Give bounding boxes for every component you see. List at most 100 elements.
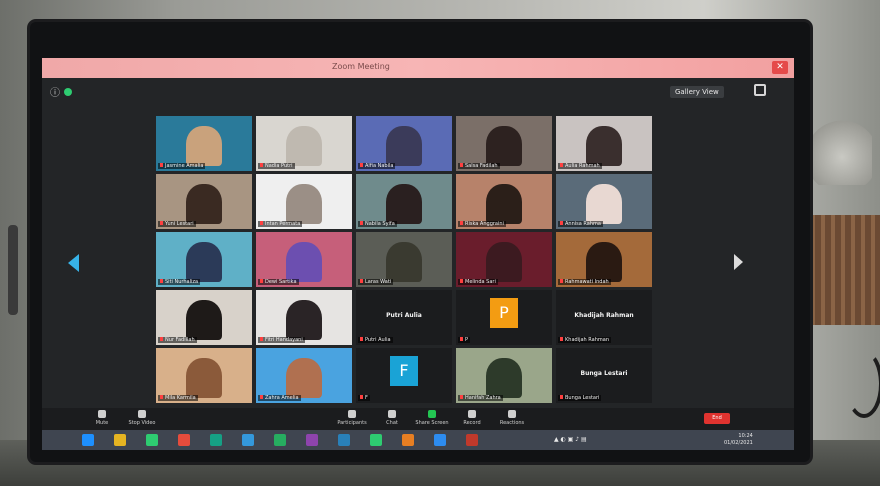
chat-button[interactable]: Chat: [372, 410, 412, 426]
participant-name-label: Annisa Rahma: [558, 221, 603, 227]
start-icon[interactable]: [82, 434, 94, 446]
muted-microphone-icon: [160, 221, 163, 225]
participant-tile[interactable]: Riska Anggraini: [456, 174, 552, 229]
info-icon[interactable]: ⓘ: [50, 88, 60, 99]
participant-name: Nur Fadillah: [165, 337, 195, 343]
stop-video-button[interactable]: Stop Video: [122, 410, 162, 426]
participant-video: [286, 300, 322, 340]
gallery-view-button[interactable]: Gallery View: [670, 86, 724, 98]
participant-name-label: Jasmine Amalia: [158, 163, 206, 169]
zoom-window: Zoom Meeting ✕ ⓘ Gallery View Jasmine Am…: [42, 58, 794, 450]
app-icon[interactable]: [402, 434, 414, 446]
share-screen-button[interactable]: Share Screen: [412, 410, 452, 426]
participant-tile[interactable]: FF: [356, 348, 452, 403]
participant-tile[interactable]: PP: [456, 290, 552, 345]
participant-tile[interactable]: Mila Karmila: [156, 348, 252, 403]
control-label: Reactions: [499, 420, 525, 426]
muted-microphone-icon: [260, 163, 263, 167]
participant-name: Siti Nurhaliza: [165, 279, 199, 285]
chrome-icon[interactable]: [178, 434, 190, 446]
participant-tile[interactable]: Dewi Sartika: [256, 232, 352, 287]
participant-name-label: Hanifah Zahra: [458, 395, 503, 401]
muted-microphone-icon: [560, 337, 563, 341]
meeting-info[interactable]: ⓘ: [50, 84, 72, 99]
participant-video: [186, 242, 222, 282]
participant-tile[interactable]: Bunga Lestari Bunga Lestari: [556, 348, 652, 403]
participant-video: [386, 242, 422, 282]
participant-tile[interactable]: Alfia Nabila: [356, 116, 452, 171]
app-icon[interactable]: [466, 434, 478, 446]
participants-button[interactable]: Participants: [332, 410, 372, 426]
participant-tile[interactable]: Putri Aulia Putri Aulia: [356, 290, 452, 345]
app-icon[interactable]: [434, 434, 446, 446]
participant-video: [186, 358, 222, 398]
participant-name: Alfia Nabila: [365, 163, 394, 169]
participant-tile[interactable]: Jasmine Amalia: [156, 116, 252, 171]
reactions-button[interactable]: Reactions: [492, 410, 532, 426]
record-icon: [468, 410, 476, 418]
mute-button[interactable]: Mute: [82, 410, 122, 426]
participant-display-name: Khadijah Rahman: [574, 312, 634, 319]
participant-tile[interactable]: Melinda Sari: [456, 232, 552, 287]
file-explorer-icon[interactable]: [114, 434, 126, 446]
zoom-icon[interactable]: [338, 434, 350, 446]
participant-tile[interactable]: Yuni Lestari: [156, 174, 252, 229]
participant-video: [286, 358, 322, 398]
participant-tile[interactable]: Hanifah Zahra: [456, 348, 552, 403]
participant-name-label: P: [458, 337, 471, 343]
participant-tile[interactable]: Aulia Rahmah: [556, 116, 652, 171]
encryption-shield-icon[interactable]: [64, 88, 72, 96]
participant-tile[interactable]: Nur Fadillah: [156, 290, 252, 345]
participant-video: [586, 184, 622, 224]
participant-tile[interactable]: Annisa Rahma: [556, 174, 652, 229]
app-icon[interactable]: [370, 434, 382, 446]
control-label: Share Screen: [415, 420, 449, 426]
participant-name: Laras Wati: [365, 279, 392, 285]
participant-name-label: Rahmawati Indah: [558, 279, 611, 285]
participant-name-label: Salsa Fadilah: [458, 163, 500, 169]
muted-microphone-icon: [160, 279, 163, 283]
participant-tile[interactable]: Nadia Putri: [256, 116, 352, 171]
close-icon[interactable]: ✕: [772, 61, 788, 74]
participant-name: Riska Anggraini: [465, 221, 504, 227]
participant-name: Hanifah Zahra: [465, 395, 501, 401]
participant-name: Yuni Lestari: [165, 221, 194, 227]
participant-tile[interactable]: Zahra Amelia: [256, 348, 352, 403]
participant-video: [486, 184, 522, 224]
muted-microphone-icon: [260, 221, 263, 225]
participant-tile[interactable]: Nabila Syifa: [356, 174, 452, 229]
participant-tile[interactable]: Salsa Fadilah: [456, 116, 552, 171]
edge-icon[interactable]: [242, 434, 254, 446]
next-page-arrow-icon[interactable]: [734, 254, 743, 270]
app-icon[interactable]: [306, 434, 318, 446]
participant-tile[interactable]: Laras Wati: [356, 232, 452, 287]
participant-tile[interactable]: Fitri Handayani: [256, 290, 352, 345]
participant-name: Mila Karmila: [165, 395, 196, 401]
participant-video: [586, 242, 622, 282]
muted-microphone-icon: [560, 395, 563, 399]
participant-name-label: Riska Anggraini: [458, 221, 506, 227]
app-icon[interactable]: [274, 434, 286, 446]
fullscreen-icon[interactable]: [754, 84, 766, 96]
app-icon[interactable]: [210, 434, 222, 446]
participant-tile[interactable]: Rahmawati Indah: [556, 232, 652, 287]
speaker-stand: [8, 225, 18, 315]
previous-page-arrow-icon[interactable]: [68, 254, 79, 272]
muted-microphone-icon: [460, 395, 463, 399]
participant-name-label: Intan Permata: [258, 221, 303, 227]
end-meeting-button[interactable]: End: [704, 413, 730, 424]
participant-name-label: Khadijah Rahman: [558, 337, 611, 343]
muted-microphone-icon: [360, 337, 363, 341]
participant-tile[interactable]: Siti Nurhaliza: [156, 232, 252, 287]
muted-microphone-icon: [260, 395, 263, 399]
muted-microphone-icon: [460, 337, 463, 341]
participant-name: Nadia Putri: [265, 163, 293, 169]
taskbar-clock[interactable]: 10:24 01/02/2021: [724, 433, 753, 447]
participant-tile[interactable]: Intan Permata: [256, 174, 352, 229]
app-icon[interactable]: [146, 434, 158, 446]
record-button[interactable]: Record: [452, 410, 492, 426]
participant-tile[interactable]: Khadijah Rahman Khadijah Rahman: [556, 290, 652, 345]
system-tray[interactable]: ▲ ◐ ▣ ♪ ▤: [554, 436, 587, 443]
participant-video: [186, 300, 222, 340]
participant-name: P: [465, 337, 469, 343]
